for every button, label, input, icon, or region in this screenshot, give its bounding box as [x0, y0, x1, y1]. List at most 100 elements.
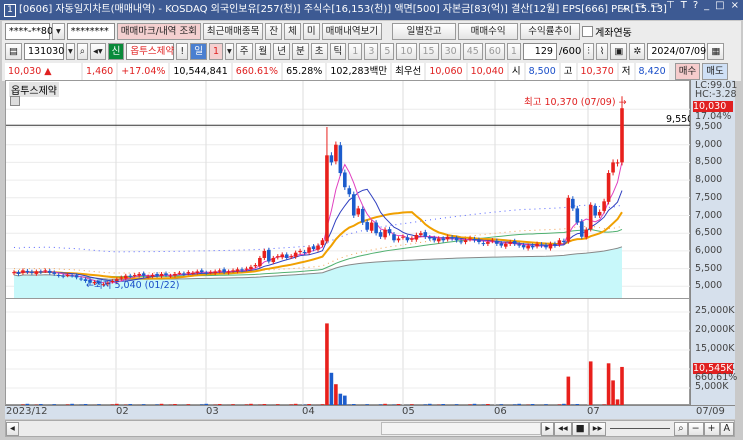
candle [182, 273, 186, 275]
volume-tick: 25,000K [695, 305, 735, 316]
candle [378, 232, 383, 237]
help-icon[interactable]: ? [693, 0, 698, 20]
candle [374, 222, 378, 234]
minimize-icon[interactable]: _ [704, 0, 709, 20]
candle [454, 237, 459, 241]
sell-button[interactable]: 매도 [702, 62, 728, 80]
stop-button[interactable]: ■ [571, 421, 589, 436]
unexecuted-button[interactable]: 미 [302, 22, 320, 40]
minute-10[interactable]: 10 [396, 42, 417, 60]
candle [47, 270, 52, 273]
tab-day[interactable]: 일 [190, 42, 207, 60]
minute-30[interactable]: 30 [440, 42, 461, 60]
search-icon[interactable]: ⌕ [76, 42, 89, 60]
open-price: 8,500 [525, 62, 559, 80]
calendar-icon[interactable]: ▦ [707, 42, 725, 60]
candle [365, 222, 369, 230]
x-label: 05 [402, 406, 415, 417]
rewind-button[interactable]: ◂◂ [554, 421, 572, 436]
grid-icon[interactable] [10, 96, 20, 106]
code-dropdown[interactable]: ▾ [65, 42, 75, 60]
candle [414, 234, 419, 240]
candle [267, 249, 271, 262]
minute-45[interactable]: 45 [462, 42, 483, 60]
candle [16, 272, 21, 274]
auto-icon[interactable]: A [719, 421, 734, 436]
minus-icon[interactable]: − [687, 421, 704, 436]
restore-icon[interactable]: ▭ [635, 0, 644, 20]
minute-3[interactable]: 3 [364, 42, 379, 60]
gear-icon[interactable]: ✲ [629, 42, 646, 60]
candle [226, 271, 231, 273]
candle [307, 247, 311, 253]
tab-week[interactable]: 주 [235, 42, 253, 60]
period-dropdown[interactable]: ▾ [225, 42, 234, 60]
candle [602, 201, 606, 211]
price-tick: 7,500 [695, 191, 723, 203]
candle-settings-icon[interactable]: ⫶ [583, 42, 594, 60]
menu-icon[interactable]: ▤ [5, 42, 22, 60]
buy-button[interactable]: 매수 [674, 62, 701, 80]
code-input[interactable]: 131030 [23, 42, 64, 60]
count-input[interactable]: 129 [522, 42, 557, 60]
close-icon[interactable]: × [731, 0, 739, 20]
link-account-checkbox[interactable] [582, 25, 594, 37]
save-icon[interactable]: ▣ [610, 42, 628, 60]
scroll-track[interactable] [19, 421, 542, 436]
zoom-slider[interactable] [610, 428, 671, 429]
daily-balance-button[interactable]: 일별잔고 [392, 22, 457, 40]
top-icon[interactable]: ⊤ [666, 0, 675, 20]
tab-year[interactable]: 년 [273, 42, 291, 60]
candle [383, 229, 387, 238]
date-input[interactable]: 2024/07/09 [647, 42, 706, 60]
chart-area[interactable]: 옵투스제약 최고 10,370 (07/09) → ←최저 5,040 (01/… [5, 80, 693, 406]
plus-icon[interactable]: + [703, 421, 720, 436]
fast-forward-button[interactable]: ▸▸ [588, 421, 607, 436]
tab-minute[interactable]: 분 [292, 42, 309, 60]
price-tick: 8,000 [695, 174, 723, 186]
query-button[interactable]: 매매마크/내역 조회 [116, 22, 201, 40]
title-bar-controls: ㅅ ▭ ▭ ⊤ T? _ □ × [620, 0, 739, 20]
minute-1[interactable]: 1 [348, 42, 363, 60]
minute-60[interactable]: 60 [484, 42, 505, 60]
price-tick: 5,500 [695, 262, 723, 274]
volume-bar [620, 366, 624, 406]
font-icon[interactable]: T [681, 0, 687, 20]
balance-button[interactable]: 잔 [265, 22, 283, 40]
account-dropdown[interactable]: ▾ [52, 22, 65, 40]
tab-tick[interactable]: 틱 [329, 42, 347, 60]
recent-trades-button[interactable]: 최근매매종목 [202, 22, 264, 40]
candle [472, 239, 477, 241]
x-label: 02 [116, 406, 129, 417]
maximize-icon[interactable]: □ [715, 0, 724, 20]
tab-month[interactable]: 월 [254, 42, 272, 60]
candle [481, 243, 486, 245]
scroll-thumb[interactable] [380, 421, 542, 435]
copy-icon[interactable]: ▭ [651, 0, 660, 20]
pin-icon[interactable]: ㅅ [620, 0, 629, 20]
period-input[interactable]: 1 [208, 42, 223, 60]
candle [369, 222, 374, 231]
zoom-out-icon[interactable]: ⌕ [674, 421, 688, 436]
candle [302, 251, 307, 253]
minute-5[interactable]: 5 [380, 42, 395, 60]
minute-15[interactable]: 15 [418, 42, 439, 60]
minute-select[interactable]: 1 [506, 42, 521, 60]
chart-scrollbar[interactable]: ◂ ▸ ◂◂ ■ ▸▸ ⌕ − + A [5, 420, 735, 437]
trade-profit-button[interactable]: 매매수익 [458, 22, 519, 40]
password-input[interactable]: ******** [66, 22, 115, 40]
executed-button[interactable]: 체 [284, 22, 301, 40]
return-trend-button[interactable]: 수익률추이 [520, 22, 581, 40]
alert-button[interactable]: ! [176, 42, 189, 60]
tab-second[interactable]: 초 [310, 42, 328, 60]
price-panel[interactable] [6, 81, 691, 298]
indicator-icon[interactable]: ⌇ [595, 42, 609, 60]
volume-panel[interactable] [6, 298, 691, 406]
speaker-icon[interactable]: ◂▾ [90, 42, 106, 60]
view-trades-button[interactable]: 매매내역보기 [321, 22, 383, 40]
scroll-left-button[interactable]: ◂ [6, 421, 19, 436]
candle [486, 242, 490, 244]
candle [244, 268, 249, 270]
account-input[interactable]: ****-**80 [5, 22, 53, 40]
scroll-right-button[interactable]: ▸ [541, 421, 555, 436]
